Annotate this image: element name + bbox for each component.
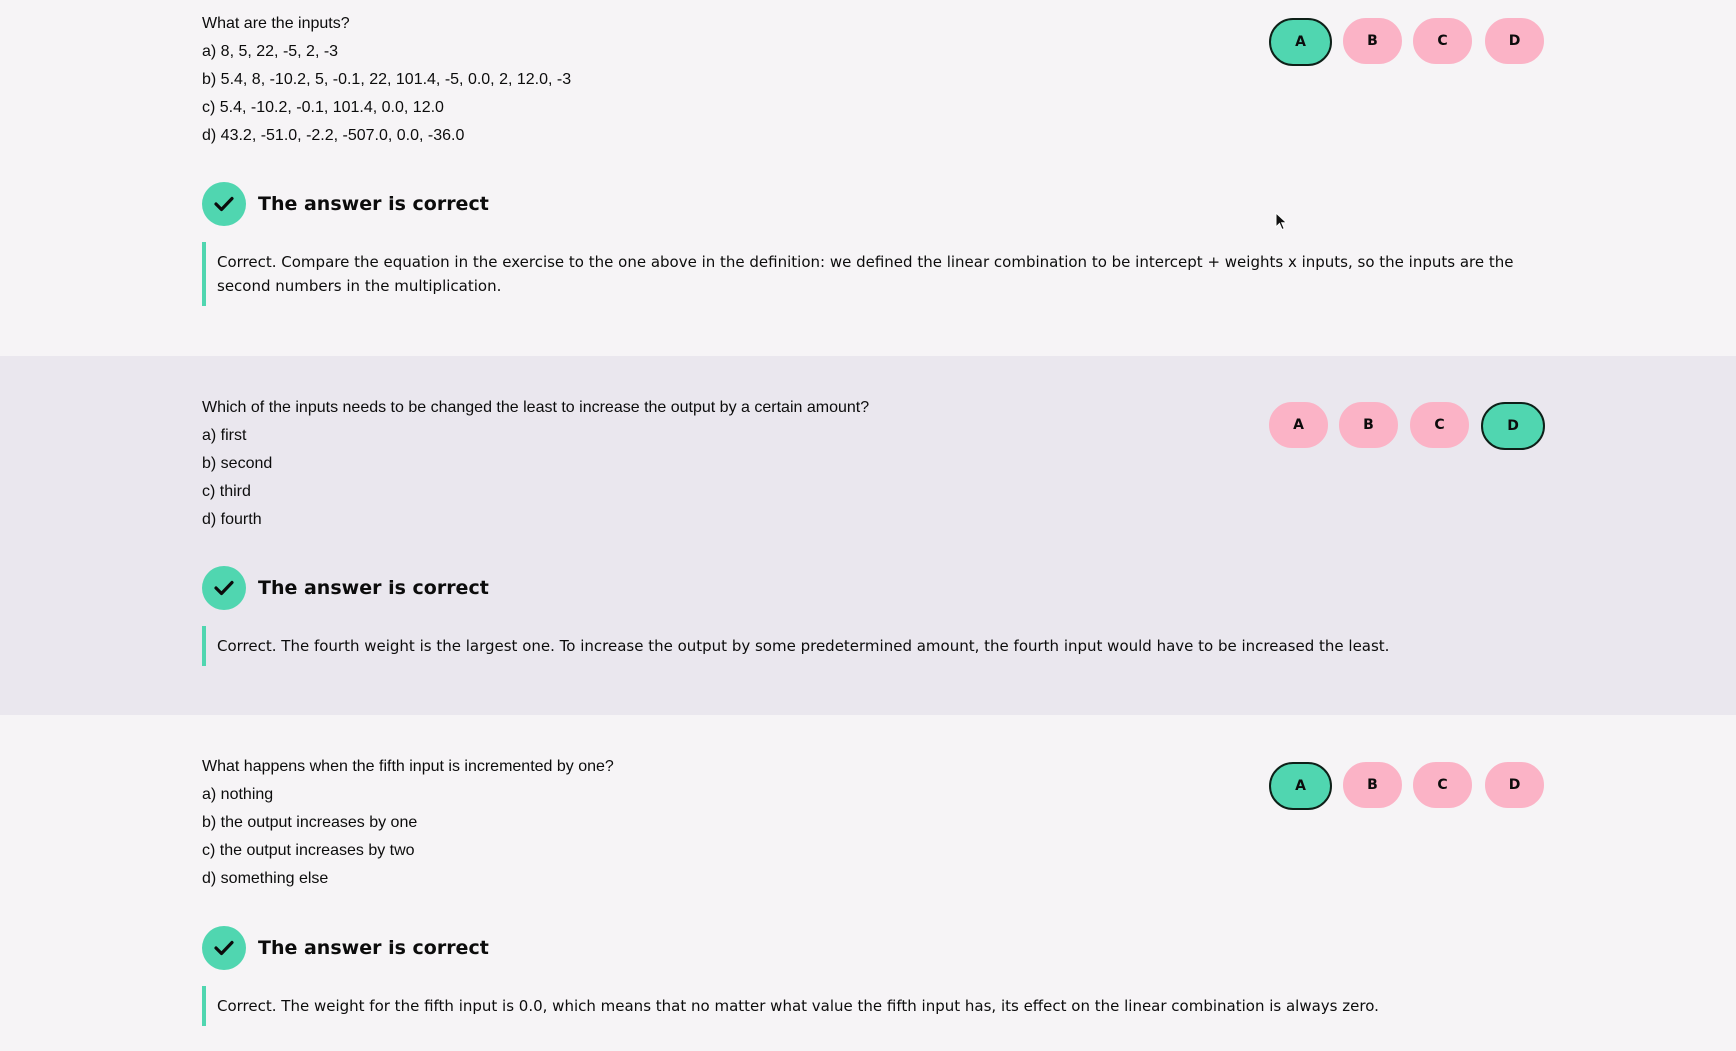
question-prompt: Which of the inputs needs to be changed …	[202, 399, 870, 416]
answer-options-3: A B C D	[1269, 762, 1546, 810]
answer-options-1: A B C D	[1269, 18, 1546, 66]
option-text-d: d) 43.2, -51.0, -2.2, -507.0, 0.0, -36.0	[202, 127, 465, 144]
exercise-section-2: Which of the inputs needs to be changed …	[0, 356, 1736, 715]
answer-options-2: A B C D	[1269, 402, 1546, 450]
option-text-c: c) 5.4, -10.2, -0.1, 101.4, 0.0, 12.0	[202, 99, 444, 116]
feedback-title: The answer is correct	[258, 577, 489, 599]
question-3: What happens when the fifth input is inc…	[202, 753, 1102, 893]
option-text-d: d) fourth	[202, 511, 262, 528]
checkmark-icon	[202, 566, 246, 610]
mouse-cursor-icon	[1275, 212, 1288, 231]
option-button-b[interactable]: B	[1343, 762, 1402, 808]
option-button-b[interactable]: B	[1343, 18, 1402, 64]
option-button-a[interactable]: A	[1269, 762, 1332, 810]
feedback-title: The answer is correct	[258, 193, 489, 215]
option-button-d[interactable]: D	[1485, 18, 1544, 64]
option-button-d[interactable]: D	[1481, 402, 1545, 450]
option-text-b: b) the output increases by one	[202, 814, 418, 831]
checkmark-icon	[202, 926, 246, 970]
question-2: Which of the inputs needs to be changed …	[202, 394, 1102, 534]
option-text-b: b) second	[202, 455, 273, 472]
question-prompt: What are the inputs?	[202, 15, 350, 32]
option-button-a[interactable]: A	[1269, 18, 1332, 66]
option-text-a: a) 8, 5, 22, -5, 2, -3	[202, 43, 339, 60]
checkmark-icon	[202, 182, 246, 226]
option-text-a: a) first	[202, 427, 247, 444]
exercise-section-3: What happens when the fifth input is inc…	[0, 715, 1736, 1051]
feedback-text: Correct. Compare the equation in the exe…	[202, 242, 1542, 306]
option-button-c[interactable]: C	[1413, 762, 1472, 808]
feedback-text: Correct. The weight for the fifth input …	[202, 986, 1542, 1026]
option-button-a[interactable]: A	[1269, 402, 1328, 448]
option-button-d[interactable]: D	[1485, 762, 1544, 808]
feedback-3: The answer is correct Correct. The weigh…	[202, 926, 1542, 1026]
option-text-c: c) the output increases by two	[202, 842, 415, 859]
question-1: What are the inputs? a) 8, 5, 22, -5, 2,…	[202, 10, 1102, 150]
feedback-1: The answer is correct Correct. Compare t…	[202, 182, 1542, 306]
option-text-d: d) something else	[202, 870, 329, 887]
option-button-c[interactable]: C	[1410, 402, 1469, 448]
feedback-2: The answer is correct Correct. The fourt…	[202, 566, 1542, 666]
option-text-c: c) third	[202, 483, 251, 500]
exercise-section-1: What are the inputs? a) 8, 5, 22, -5, 2,…	[0, 0, 1736, 356]
option-button-c[interactable]: C	[1413, 18, 1472, 64]
option-text-a: a) nothing	[202, 786, 274, 803]
question-prompt: What happens when the fifth input is inc…	[202, 758, 614, 775]
option-text-b: b) 5.4, 8, -10.2, 5, -0.1, 22, 101.4, -5…	[202, 71, 572, 88]
feedback-text: Correct. The fourth weight is the larges…	[202, 626, 1542, 666]
feedback-title: The answer is correct	[258, 937, 489, 959]
option-button-b[interactable]: B	[1339, 402, 1398, 448]
